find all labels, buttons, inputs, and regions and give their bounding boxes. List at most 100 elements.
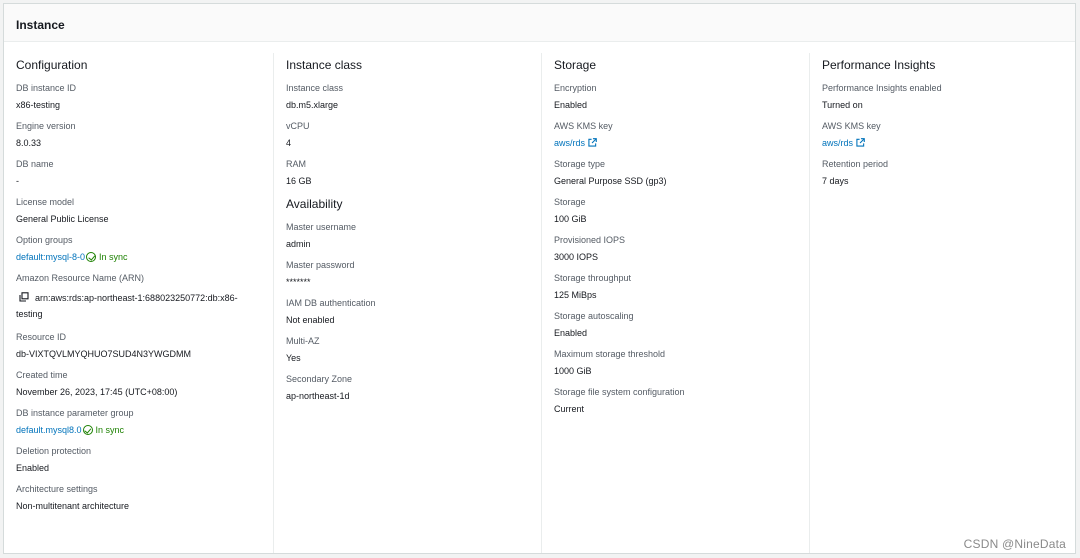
field-label: Maximum storage threshold (554, 349, 666, 359)
external-link-icon[interactable] (856, 138, 865, 147)
field-label: Master password (286, 260, 355, 270)
instance-details-columns: Configuration DB instance ID x86-testing… (4, 43, 1075, 553)
retention-field: Retention period 7 days (822, 159, 1063, 187)
pi-enabled-field: Performance Insights enabled Turned on (822, 83, 1063, 111)
field-label: License model (16, 197, 75, 207)
field-label: RAM (286, 159, 306, 169)
created-time-field: Created time November 26, 2023, 17:45 (U… (16, 370, 261, 398)
parameter-group-field: DB instance parameter group default.mysq… (16, 408, 261, 436)
storage-column: Storage Encryption Enabled AWS KMS key a… (541, 53, 809, 553)
field-label: Storage file system configuration (554, 387, 685, 397)
encryption-field: Encryption Enabled (554, 83, 797, 111)
engine-version-field: Engine version 8.0.33 (16, 121, 261, 149)
field-label: DB name (16, 159, 54, 169)
performance-insights-title: Performance Insights (822, 58, 936, 72)
license-model-field: License model General Public License (16, 197, 261, 225)
field-value: Turned on (822, 100, 863, 110)
kms-key-link[interactable]: aws/rds (822, 138, 853, 148)
db-name-field: DB name - (16, 159, 261, 187)
deletion-protection-field: Deletion protection Enabled (16, 446, 261, 474)
field-label: Performance Insights enabled (822, 83, 942, 93)
field-value: General Public License (16, 214, 109, 224)
field-label: Resource ID (16, 332, 67, 342)
sync-status: In sync (99, 252, 128, 262)
field-value: db-VIXTQVLMYQHUO7SUD4N3YWGDMM (16, 349, 192, 359)
arn-value-line1: arn:aws:rds:ap-northeast-1:688023250772:… (35, 293, 238, 303)
storage-title: Storage (554, 58, 597, 72)
storage-kms-key-field: AWS KMS key aws/rds (554, 121, 797, 149)
field-value: aws/rds (822, 138, 1063, 149)
field-label: AWS KMS key (822, 121, 881, 131)
field-label: Architecture settings (16, 484, 98, 494)
instance-panel: Instance Configuration DB instance ID x8… (3, 3, 1076, 554)
field-label: DB instance parameter group (16, 408, 134, 418)
db-instance-id-field: DB instance ID x86-testing (16, 83, 261, 111)
option-groups-field: Option groups default:mysql-8-0 In sync (16, 235, 261, 263)
field-value: 7 days (822, 176, 849, 186)
field-value: General Purpose SSD (gp3) (554, 176, 667, 186)
field-value: aws/rds (554, 138, 797, 149)
field-label: Storage (554, 197, 586, 207)
field-label: DB instance ID (16, 83, 77, 93)
status-positive-icon (82, 425, 93, 435)
ram-field: RAM 16 GB (286, 159, 529, 187)
storage-size-field: Storage 100 GiB (554, 197, 797, 225)
field-label: Engine version (16, 121, 76, 131)
field-label: Secondary Zone (286, 374, 353, 384)
instance-class-column: Instance class Instance class db.m5.xlar… (273, 53, 541, 553)
field-value: Enabled (554, 328, 588, 338)
field-value: ap-northeast-1d (286, 391, 350, 401)
configuration-column: Configuration DB instance ID x86-testing… (4, 53, 273, 553)
field-value: arn:aws:rds:ap-northeast-1:688023250772:… (16, 290, 261, 322)
field-label: Storage autoscaling (554, 311, 634, 321)
instance-class-field: Instance class db.m5.xlarge (286, 83, 529, 111)
fs-config-field: Storage file system configuration Curren… (554, 387, 797, 415)
instance-class-title: Instance class (286, 58, 363, 72)
performance-insights-column: Performance Insights Performance Insight… (809, 53, 1075, 553)
master-password-field: Master password ******* (286, 260, 529, 288)
external-link-icon[interactable] (588, 138, 597, 147)
field-label: Retention period (822, 159, 889, 169)
field-label: IAM DB authentication (286, 298, 376, 308)
field-value: x86-testing (16, 100, 61, 110)
field-value: - (16, 176, 19, 186)
field-value: November 26, 2023, 17:45 (UTC+08:00) (16, 387, 178, 397)
field-value: 125 MiBps (554, 290, 597, 300)
field-value: Non-multitenant architecture (16, 501, 130, 511)
sync-status: In sync (95, 425, 125, 435)
field-value: db.m5.xlarge (286, 100, 339, 110)
option-group-link[interactable]: default:mysql-8-0 (16, 252, 85, 262)
autoscaling-field: Storage autoscaling Enabled (554, 311, 797, 339)
copy-icon[interactable] (19, 292, 29, 302)
field-label: Deletion protection (16, 446, 92, 456)
throughput-field: Storage throughput 125 MiBps (554, 273, 797, 301)
parameter-group-link[interactable]: default.mysql8.0 (16, 425, 82, 435)
iam-auth-field: IAM DB authentication Not enabled (286, 298, 529, 326)
field-label: AWS KMS key (554, 121, 613, 131)
field-value: 16 GB (286, 176, 312, 186)
field-label: Master username (286, 222, 357, 232)
field-value: Current (554, 404, 585, 414)
field-label: Created time (16, 370, 68, 380)
field-label: Multi-AZ (286, 336, 320, 346)
field-value: Not enabled (286, 315, 335, 325)
field-value: default.mysql8.0 In sync (16, 425, 261, 436)
panel-header: Instance (4, 4, 1075, 42)
field-value: admin (286, 239, 311, 249)
field-label: vCPU (286, 121, 310, 131)
secondary-zone-field: Secondary Zone ap-northeast-1d (286, 374, 529, 402)
master-username-field: Master username admin (286, 222, 529, 250)
field-value: ******* (286, 277, 311, 287)
field-value: 100 GiB (554, 214, 587, 224)
resource-id-field: Resource ID db-VIXTQVLMYQHUO7SUD4N3YWGDM… (16, 332, 261, 360)
field-value: Enabled (554, 100, 588, 110)
watermark: CSDN @NineData (963, 537, 1066, 551)
storage-type-field: Storage type General Purpose SSD (gp3) (554, 159, 797, 187)
field-value: 1000 GiB (554, 366, 592, 376)
field-label: Amazon Resource Name (ARN) (16, 273, 145, 283)
field-value: Yes (286, 353, 301, 363)
kms-key-link[interactable]: aws/rds (554, 138, 585, 148)
field-label: Option groups (16, 235, 73, 245)
field-value: 3000 IOPS (554, 252, 599, 262)
pi-kms-key-field: AWS KMS key aws/rds (822, 121, 1063, 149)
